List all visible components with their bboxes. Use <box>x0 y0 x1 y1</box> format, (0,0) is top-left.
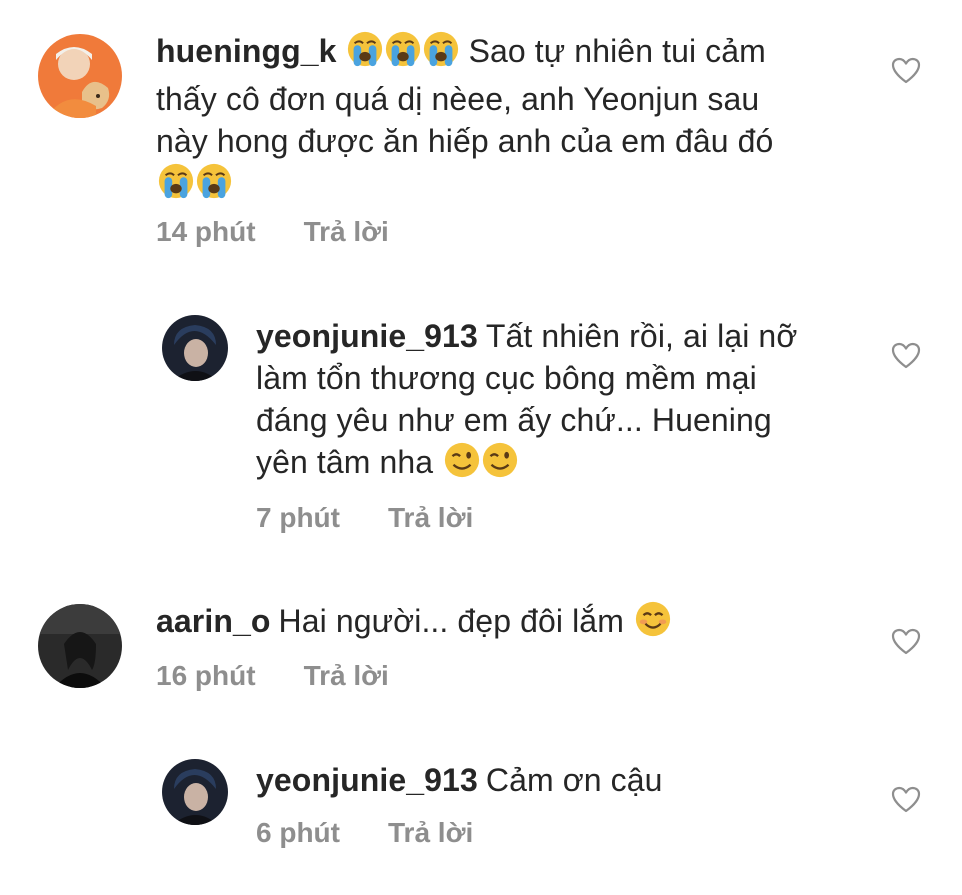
comment-meta: 14 phút Trả lời <box>156 216 389 248</box>
loudly-crying-face-icon <box>346 30 460 78</box>
smiling-face-icon <box>634 600 672 648</box>
comment-line: làm tổn thương cục bông mềm mại <box>256 360 757 396</box>
heart-icon[interactable] <box>891 57 921 85</box>
username[interactable]: yeonjunie_913 <box>256 318 478 354</box>
heart-icon[interactable] <box>891 342 921 370</box>
avatar[interactable] <box>162 315 228 381</box>
avatar[interactable] <box>162 759 228 825</box>
comment-line: đáng yêu như em ấy chứ... Huening <box>256 402 772 438</box>
comment-line: thấy cô đơn quá dị nèee, anh Yeonjun sau <box>156 81 760 117</box>
comment-text: yeonjunie_913 Cảm ơn cậu <box>256 759 896 801</box>
username[interactable]: yeonjunie_913 <box>256 762 478 798</box>
comment-text: yeonjunie_913 Tất nhiên rồi, ai lại nỡ là… <box>256 315 896 489</box>
comment-time: 6 phút <box>256 817 340 848</box>
loudly-crying-face-icon <box>157 162 233 210</box>
comment-time: 7 phút <box>256 502 340 533</box>
comment-time: 16 phút <box>156 660 256 691</box>
comment-line: yên tâm nha <box>256 444 434 480</box>
username[interactable]: aarin_o <box>156 603 271 639</box>
comment-line: Cảm ơn cậu <box>485 762 663 798</box>
comment-meta: 7 phút Trả lời <box>256 502 473 534</box>
comment-text: aarin_o Hai người... đẹp đôi lắm <box>156 600 896 648</box>
comment-time: 14 phút <box>156 216 256 247</box>
comment-text: hueningg_k Sao tự nhiên tui cảm thấy cô … <box>156 30 896 210</box>
comment-meta: 16 phút Trả lời <box>156 660 389 692</box>
avatar[interactable] <box>38 34 122 118</box>
heart-icon[interactable] <box>891 786 921 814</box>
winking-face-icon <box>443 441 519 489</box>
reply-button[interactable]: Trả lời <box>304 660 389 691</box>
heart-icon[interactable] <box>891 628 921 656</box>
avatar[interactable] <box>38 604 122 688</box>
comment-line: Sao tự nhiên tui cảm <box>468 33 766 69</box>
comment-line: Tất nhiên rồi, ai lại nỡ <box>485 318 798 354</box>
username[interactable]: hueningg_k <box>156 33 337 69</box>
reply-button[interactable]: Trả lời <box>388 502 473 533</box>
comment-line: Hai người... đẹp đôi lắm <box>278 603 624 639</box>
comment-meta: 6 phút Trả lời <box>256 817 473 849</box>
reply-button[interactable]: Trả lời <box>388 817 473 848</box>
reply-button[interactable]: Trả lời <box>304 216 389 247</box>
comment-line: này hong được ăn hiếp anh của em đâu đó <box>156 123 774 159</box>
